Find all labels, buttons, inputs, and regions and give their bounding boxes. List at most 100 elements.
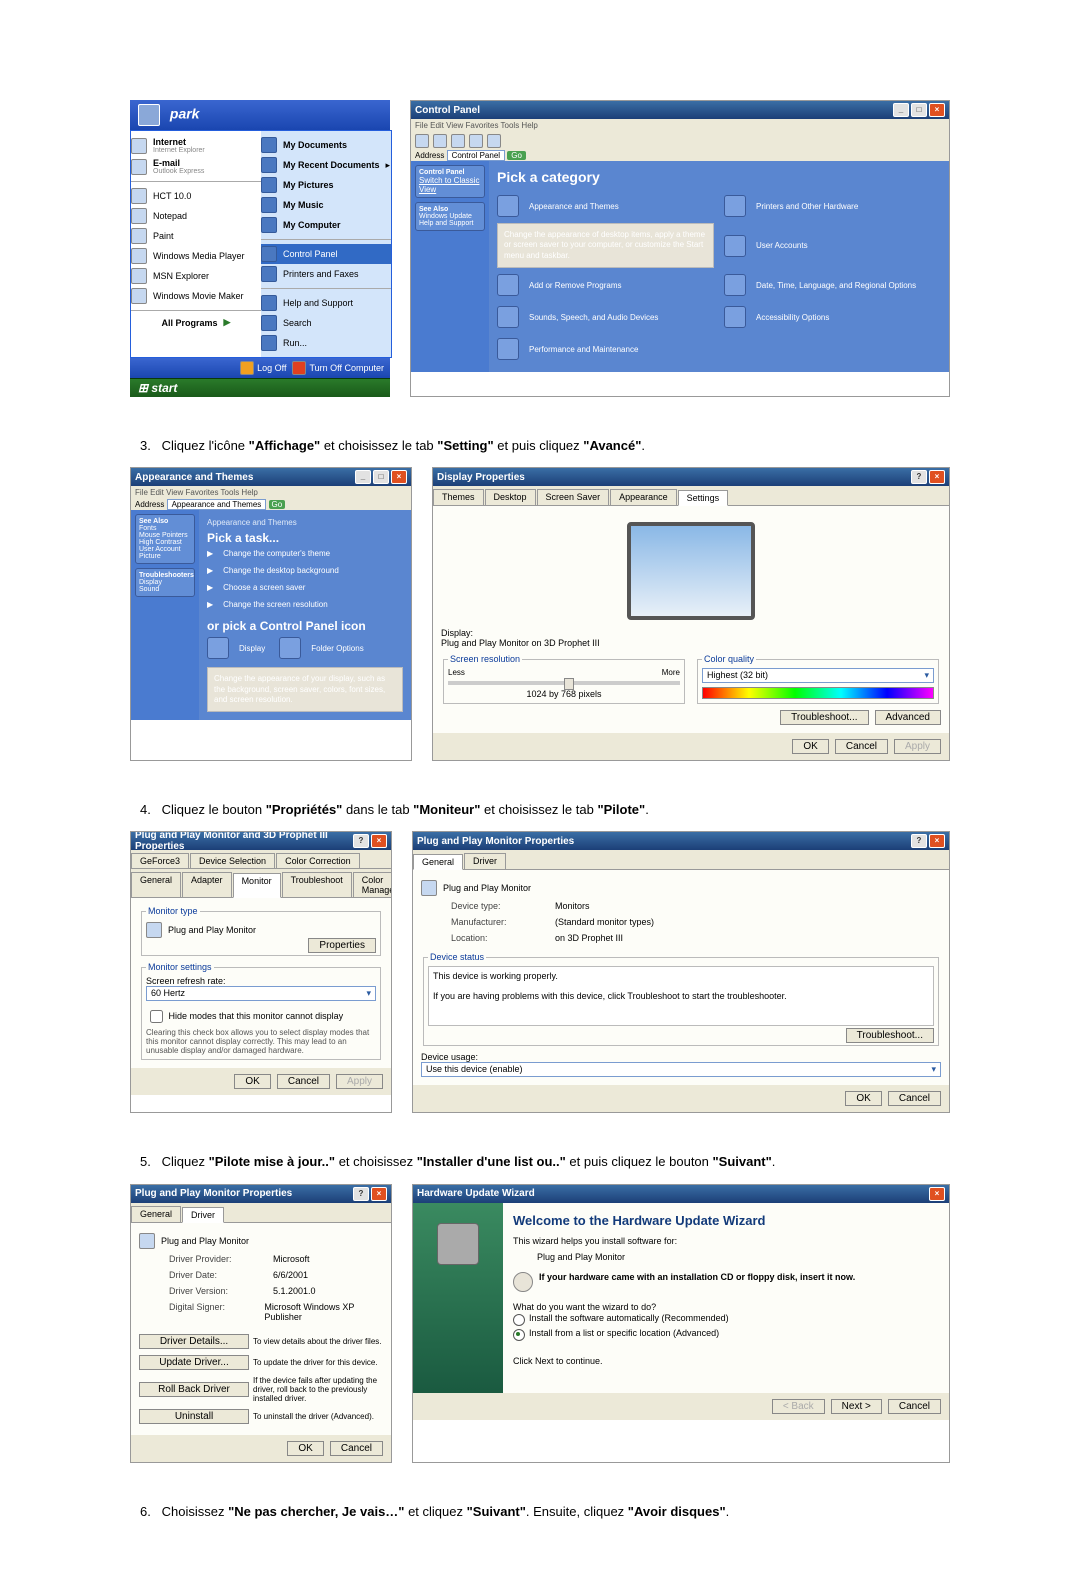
close-icon[interactable]: × [929, 834, 945, 848]
help-icon[interactable]: ? [911, 470, 927, 484]
ok-button[interactable]: OK [287, 1441, 323, 1456]
cancel-button[interactable]: Cancel [277, 1074, 330, 1089]
start-item[interactable]: HCT 10.0 [131, 186, 261, 206]
cp-category[interactable]: Sounds, Speech, and Audio Devices [497, 302, 714, 332]
start-item[interactable]: Windows Movie Maker [131, 286, 261, 306]
advanced-button[interactable]: Advanced [875, 710, 941, 725]
side-item[interactable]: Control PanelSwitch to Classic View [415, 165, 485, 198]
pinned-email[interactable]: E-mailOutlook Express [131, 156, 261, 177]
cp-category[interactable]: Accessibility Options [724, 302, 941, 332]
cp-category[interactable]: Date, Time, Language, and Regional Optio… [724, 270, 941, 300]
start-item[interactable]: MSN Explorer [131, 266, 261, 286]
tab-adapter[interactable]: Adapter [182, 872, 232, 897]
troubleshoot-button[interactable]: Troubleshoot... [846, 1028, 934, 1043]
back-button[interactable]: < Back [772, 1399, 825, 1414]
tab-desktop[interactable]: Desktop [485, 489, 536, 505]
help-icon[interactable]: ? [353, 1187, 369, 1201]
apply-button[interactable]: Apply [894, 739, 941, 754]
task-item[interactable]: ▶ Change the computer's theme [207, 545, 403, 562]
start-item[interactable]: Help and Support [261, 293, 391, 313]
update-driver-button[interactable]: Update Driver... [139, 1355, 249, 1370]
start-item[interactable]: Printers and Faxes [261, 264, 391, 284]
cancel-button[interactable]: Cancel [888, 1091, 941, 1106]
wizard-opt-list[interactable]: Install from a list or specific location… [513, 1327, 939, 1342]
ok-button[interactable]: OK [234, 1074, 270, 1089]
start-item[interactable]: Search [261, 313, 391, 333]
tab-general[interactable]: General [131, 1206, 181, 1222]
tab-device-selection[interactable]: Device Selection [190, 853, 275, 868]
tab-color-correction[interactable]: Color Correction [276, 853, 360, 868]
task-item[interactable]: ▶ Change the desktop background [207, 562, 403, 579]
back-icon[interactable] [415, 134, 429, 148]
task-item[interactable]: ▶ Choose a screen saver [207, 579, 403, 596]
troubleshoot-button[interactable]: Troubleshoot... [780, 710, 868, 725]
cp-category[interactable]: User Accounts [724, 223, 941, 268]
ok-button[interactable]: OK [792, 739, 828, 754]
go-button[interactable]: Go [507, 151, 526, 160]
go-button[interactable]: Go [269, 500, 286, 509]
cancel-button[interactable]: Cancel [330, 1441, 383, 1456]
help-icon[interactable]: ? [911, 834, 927, 848]
cp-category[interactable]: Performance and Maintenance [497, 334, 714, 364]
start-item[interactable]: My Pictures [261, 175, 391, 195]
tab-general[interactable]: General [413, 854, 463, 870]
close-icon[interactable]: × [929, 103, 945, 117]
start-item[interactable]: My Music [261, 195, 391, 215]
task-item[interactable]: ▶ Change the screen resolution [207, 596, 403, 613]
uninstall-button[interactable]: Uninstall [139, 1409, 249, 1424]
cp-category[interactable]: Add or Remove Programs [497, 270, 714, 300]
minimize-icon[interactable]: _ [355, 470, 371, 484]
start-item[interactable]: Notepad [131, 206, 261, 226]
start-item[interactable]: My Recent Documents ▸ [261, 155, 391, 175]
tab-monitor[interactable]: Monitor [233, 873, 281, 898]
start-control-panel[interactable]: Control Panel [261, 244, 391, 264]
tab-general[interactable]: General [131, 872, 181, 897]
refresh-rate-select[interactable]: 60 Hertz▾ [146, 986, 376, 1001]
ok-button[interactable]: OK [845, 1091, 881, 1106]
start-item[interactable]: Paint [131, 226, 261, 246]
start-item[interactable]: Run... [261, 333, 391, 353]
cancel-button[interactable]: Cancel [835, 739, 888, 754]
color-quality-select[interactable]: Highest (32 bit)▾ [702, 668, 934, 683]
apply-button[interactable]: Apply [336, 1074, 383, 1089]
tab-themes[interactable]: Themes [433, 489, 484, 505]
start-item[interactable]: My Documents [261, 135, 391, 155]
tab-geforce3[interactable]: GeForce3 [131, 853, 189, 868]
close-icon[interactable]: × [929, 1187, 945, 1201]
cp-category-appearance[interactable]: Appearance and Themes [497, 191, 714, 221]
address-bar[interactable]: Control Panel [447, 150, 505, 161]
tab-driver[interactable]: Driver [182, 1207, 224, 1223]
close-icon[interactable]: × [371, 1187, 387, 1201]
close-icon[interactable]: × [391, 470, 407, 484]
icon-display[interactable]: Display [207, 633, 265, 663]
address-bar[interactable]: Appearance and Themes [167, 499, 267, 510]
folders-icon[interactable] [487, 134, 501, 148]
close-icon[interactable]: × [929, 470, 945, 484]
tab-appearance[interactable]: Appearance [610, 489, 677, 505]
pinned-internet[interactable]: InternetInternet Explorer [131, 135, 261, 156]
minimize-icon[interactable]: _ [893, 103, 909, 117]
start-item[interactable]: Windows Media Player [131, 246, 261, 266]
forward-icon[interactable] [433, 134, 447, 148]
cp-category[interactable]: Printers and Other Hardware [724, 191, 941, 221]
tab-color-mgmt[interactable]: Color Management [353, 872, 392, 897]
help-icon[interactable]: ? [353, 834, 369, 848]
start-item[interactable]: My Computer [261, 215, 391, 235]
up-icon[interactable] [451, 134, 465, 148]
maximize-icon[interactable]: □ [911, 103, 927, 117]
properties-button[interactable]: Properties [308, 938, 376, 953]
all-programs[interactable]: All Programs ▶ [131, 315, 261, 330]
device-usage-select[interactable]: Use this device (enable)▾ [421, 1062, 941, 1077]
rollback-driver-button[interactable]: Roll Back Driver [139, 1382, 249, 1397]
cancel-button[interactable]: Cancel [888, 1399, 941, 1414]
turnoff-button[interactable]: Turn Off Computer [292, 361, 384, 375]
search-icon[interactable] [469, 134, 483, 148]
hide-modes-checkbox[interactable] [150, 1010, 163, 1023]
resolution-slider[interactable] [448, 681, 680, 685]
tab-screensaver[interactable]: Screen Saver [537, 489, 610, 505]
next-button[interactable]: Next > [831, 1399, 882, 1414]
icon-folder-options[interactable]: Folder Options [279, 633, 363, 663]
maximize-icon[interactable]: □ [373, 470, 389, 484]
tab-driver[interactable]: Driver [464, 853, 506, 869]
start-button[interactable]: ⊞ start [130, 378, 390, 397]
